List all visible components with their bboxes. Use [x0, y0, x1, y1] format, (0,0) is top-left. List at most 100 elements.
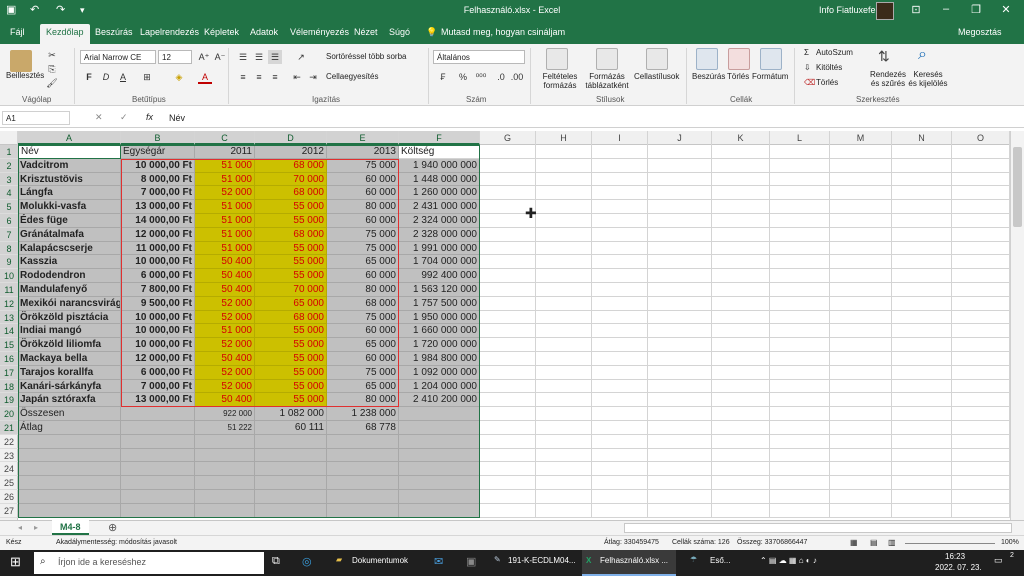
- row-header[interactable]: 23: [0, 449, 18, 463]
- store-icon[interactable]: ▣: [466, 555, 476, 568]
- row-header[interactable]: 20: [0, 407, 18, 421]
- cell[interactable]: [830, 310, 892, 325]
- cell[interactable]: [480, 310, 536, 325]
- format-cells-icon[interactable]: [760, 48, 782, 70]
- header-cell[interactable]: 2012: [255, 145, 327, 159]
- cell[interactable]: [712, 324, 770, 339]
- value-cell-2011[interactable]: 52 000: [195, 296, 255, 311]
- value-cell-2011[interactable]: 51 000: [195, 241, 255, 256]
- value-cell-2012[interactable]: 70 000: [255, 283, 327, 297]
- italic-button[interactable]: D: [99, 70, 113, 84]
- unit-price-cell[interactable]: 10 000,00 Ft: [121, 324, 195, 339]
- cell[interactable]: [480, 255, 536, 270]
- name-cell[interactable]: Kalapácscserje: [18, 241, 121, 256]
- thousands-icon[interactable]: ⁰⁰⁰: [474, 70, 488, 84]
- cell[interactable]: [892, 255, 952, 270]
- cell[interactable]: [648, 379, 712, 394]
- tab-view[interactable]: Nézet: [354, 27, 378, 37]
- cell[interactable]: [480, 172, 536, 187]
- add-sheet-icon[interactable]: ⊕: [108, 521, 117, 534]
- cell[interactable]: [770, 283, 830, 297]
- value-cell-2011[interactable]: 51 000: [195, 324, 255, 339]
- cell[interactable]: [712, 434, 770, 449]
- cell[interactable]: [830, 283, 892, 297]
- row-header[interactable]: 4: [0, 186, 18, 201]
- column-header[interactable]: H: [536, 131, 592, 145]
- cell[interactable]: [892, 296, 952, 311]
- cell[interactable]: [830, 476, 892, 490]
- cell[interactable]: [648, 352, 712, 366]
- cell[interactable]: [952, 352, 1010, 366]
- cell[interactable]: [770, 186, 830, 201]
- page-layout-view-icon[interactable]: ▤: [870, 538, 878, 547]
- cell[interactable]: [592, 324, 648, 339]
- cell[interactable]: [830, 172, 892, 187]
- cell[interactable]: [121, 503, 195, 518]
- row-header[interactable]: 1: [0, 145, 18, 159]
- total-2011[interactable]: 922 000: [195, 407, 255, 421]
- cell[interactable]: [592, 158, 648, 173]
- value-cell-2012[interactable]: 55 000: [255, 379, 327, 394]
- cell[interactable]: [892, 338, 952, 352]
- increase-indent-icon[interactable]: ⇥: [306, 70, 320, 84]
- user-name[interactable]: Info Fiatluxefel: [819, 5, 878, 15]
- cell[interactable]: [18, 476, 121, 490]
- unit-price-cell[interactable]: 14 000,00 Ft: [121, 214, 195, 228]
- taskbar-app-word[interactable]: 191-K-ECDLM04...: [508, 556, 576, 565]
- cell[interactable]: [648, 296, 712, 311]
- cell[interactable]: [770, 393, 830, 408]
- number-format-box[interactable]: Általános: [433, 50, 525, 64]
- name-cell[interactable]: Vadcitrom: [18, 158, 121, 173]
- cell[interactable]: [18, 434, 121, 449]
- column-header[interactable]: M: [830, 131, 892, 145]
- select-all-corner[interactable]: [0, 131, 18, 145]
- cell[interactable]: [195, 434, 255, 449]
- cell[interactable]: [830, 365, 892, 380]
- align-left-icon[interactable]: ≡: [236, 70, 250, 84]
- cell[interactable]: [712, 462, 770, 477]
- cell[interactable]: [648, 407, 712, 421]
- cell[interactable]: [892, 421, 952, 435]
- cell[interactable]: [399, 434, 480, 449]
- row-header[interactable]: 22: [0, 435, 18, 449]
- total-2013[interactable]: 1 238 000: [327, 407, 399, 421]
- cell[interactable]: [648, 145, 712, 159]
- cell[interactable]: [592, 490, 648, 504]
- cell[interactable]: [536, 352, 592, 366]
- value-cell-2012[interactable]: 55 000: [255, 393, 327, 408]
- name-cell[interactable]: Mandulafenyő: [18, 283, 121, 297]
- unit-price-cell[interactable]: 10 000,00 Ft: [121, 338, 195, 352]
- cell[interactable]: [952, 365, 1010, 380]
- row-header[interactable]: 2: [0, 158, 18, 173]
- value-cell-2013[interactable]: 60 000: [327, 269, 399, 283]
- fill-color-icon[interactable]: ◈: [172, 70, 186, 84]
- taskbar-app-documents[interactable]: Dokumentumok: [352, 556, 408, 565]
- cell[interactable]: [536, 214, 592, 228]
- value-cell-2011[interactable]: 52 000: [195, 186, 255, 201]
- cell[interactable]: [952, 145, 1010, 159]
- cell[interactable]: [952, 172, 1010, 187]
- cell[interactable]: [399, 462, 480, 477]
- format-as-table-button[interactable]: Formázás táblázatként: [584, 72, 630, 90]
- grow-font-icon[interactable]: A⁺: [197, 50, 211, 64]
- taskbar-search-box[interactable]: ⌕ Írjon ide a kereséshez: [34, 552, 264, 574]
- cell[interactable]: [712, 365, 770, 380]
- name-cell[interactable]: Indiai mangó: [18, 324, 121, 339]
- value-cell-2011[interactable]: 50 400: [195, 352, 255, 366]
- orientation-icon[interactable]: ↗: [294, 50, 308, 64]
- align-center-icon[interactable]: ≡: [252, 70, 266, 84]
- cell[interactable]: [536, 241, 592, 256]
- unit-price-cell[interactable]: 10 000,00 Ft: [121, 310, 195, 325]
- bold-button[interactable]: F: [82, 70, 96, 84]
- cell[interactable]: [592, 310, 648, 325]
- cell[interactable]: [712, 241, 770, 256]
- cell[interactable]: [952, 338, 1010, 352]
- tab-review[interactable]: Véleményezés: [290, 27, 349, 37]
- header-cell[interactable]: Költség: [399, 145, 480, 159]
- cell[interactable]: [121, 407, 195, 421]
- name-cell[interactable]: Japán sztóraxfa: [18, 393, 121, 408]
- cell[interactable]: [770, 421, 830, 435]
- cell[interactable]: [121, 462, 195, 477]
- average-2013[interactable]: 68 778: [327, 421, 399, 435]
- pen-icon[interactable]: ✎: [494, 555, 501, 564]
